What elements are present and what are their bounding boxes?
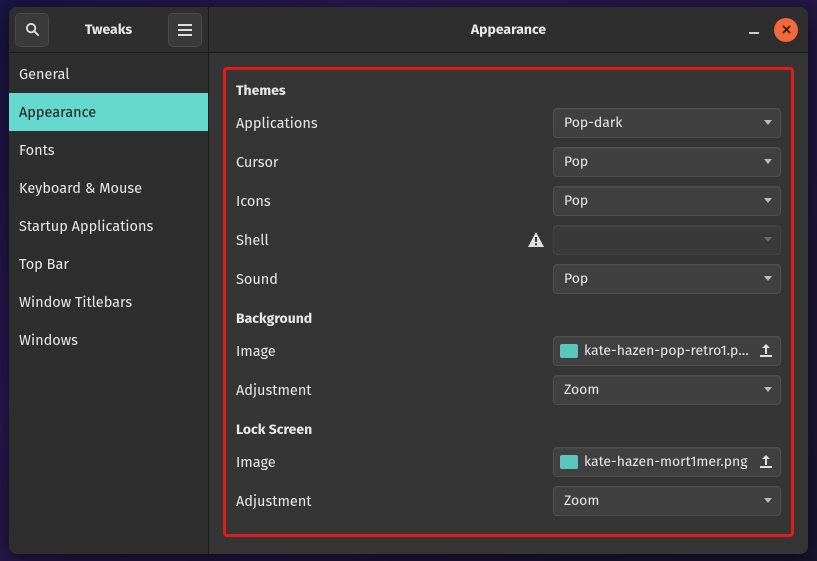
sidebar-item-fonts[interactable]: Fonts bbox=[9, 131, 208, 169]
section-title-lockscreen: Lock Screen bbox=[236, 421, 781, 438]
row-label: Applications bbox=[236, 114, 553, 132]
combo-value: Pop bbox=[564, 153, 758, 170]
combo-value: Zoom bbox=[564, 492, 758, 509]
sidebar-item-label: Windows bbox=[19, 331, 78, 349]
image-thumbnail-icon bbox=[560, 455, 578, 469]
combo-value: Zoom bbox=[564, 381, 758, 398]
chevron-down-icon bbox=[764, 198, 772, 203]
upload-icon bbox=[758, 343, 774, 359]
sidebar-item-label: Top Bar bbox=[19, 255, 69, 273]
icons-combo[interactable]: Pop bbox=[553, 186, 781, 216]
file-name: kate-hazen-pop-retro1.png bbox=[584, 342, 752, 359]
combo-value: Pop-dark bbox=[564, 114, 758, 131]
chevron-down-icon bbox=[764, 159, 772, 164]
upload-icon bbox=[758, 454, 774, 470]
sidebar-item-label: Fonts bbox=[19, 141, 55, 159]
combo-value: Pop bbox=[564, 192, 758, 209]
search-icon bbox=[25, 22, 40, 37]
row-lockscreen-image: Image kate-hazen-mort1mer.png bbox=[236, 442, 781, 481]
row-label: Cursor bbox=[236, 153, 553, 171]
section-title-background: Background bbox=[236, 310, 781, 327]
lockscreen-image-button[interactable]: kate-hazen-mort1mer.png bbox=[553, 447, 781, 477]
lockscreen-adjustment-combo[interactable]: Zoom bbox=[553, 486, 781, 516]
app-title: Tweaks bbox=[55, 21, 162, 38]
row-label: Image bbox=[236, 342, 553, 360]
headerbar-left: Tweaks bbox=[9, 7, 209, 52]
sidebar-item-label: Startup Applications bbox=[19, 217, 153, 235]
chevron-down-icon bbox=[764, 120, 772, 125]
sidebar-item-appearance[interactable]: Appearance bbox=[9, 93, 208, 131]
minimize-button[interactable] bbox=[742, 18, 766, 42]
background-adjustment-combo[interactable]: Zoom bbox=[553, 375, 781, 405]
file-name: kate-hazen-mort1mer.png bbox=[584, 453, 752, 470]
close-icon bbox=[782, 25, 791, 34]
row-label: Adjustment bbox=[236, 381, 553, 399]
chevron-down-icon bbox=[764, 276, 772, 281]
sidebar: General Appearance Fonts Keyboard & Mous… bbox=[9, 53, 209, 554]
headerbar: Tweaks Appearance bbox=[9, 7, 808, 53]
sidebar-item-label: Appearance bbox=[19, 103, 96, 121]
hamburger-icon bbox=[178, 24, 192, 36]
row-label: Shell bbox=[236, 231, 527, 249]
tweaks-window: Tweaks Appearance General Appearance Fon… bbox=[9, 7, 808, 554]
row-icons: Icons Pop bbox=[236, 181, 781, 220]
close-button[interactable] bbox=[774, 18, 798, 42]
image-thumbnail-icon bbox=[560, 344, 578, 358]
chevron-down-icon bbox=[764, 387, 772, 392]
menu-button[interactable] bbox=[168, 13, 202, 47]
chevron-down-icon bbox=[764, 498, 772, 503]
sidebar-item-startup-applications[interactable]: Startup Applications bbox=[9, 207, 208, 245]
minimize-icon bbox=[749, 25, 759, 35]
background-image-button[interactable]: kate-hazen-pop-retro1.png bbox=[553, 336, 781, 366]
row-label: Image bbox=[236, 453, 553, 471]
row-label: Icons bbox=[236, 192, 553, 210]
appearance-panel: Themes Applications Pop-dark Cursor bbox=[223, 67, 794, 537]
row-label: Adjustment bbox=[236, 492, 553, 510]
chevron-down-icon bbox=[764, 237, 772, 242]
page-title: Appearance bbox=[209, 21, 808, 38]
combo-value: Pop bbox=[564, 270, 758, 287]
sidebar-item-windows[interactable]: Windows bbox=[9, 321, 208, 359]
row-shell: Shell bbox=[236, 220, 781, 259]
sidebar-item-window-titlebars[interactable]: Window Titlebars bbox=[9, 283, 208, 321]
row-lockscreen-adjustment: Adjustment Zoom bbox=[236, 481, 781, 520]
row-label: Sound bbox=[236, 270, 553, 288]
row-applications: Applications Pop-dark bbox=[236, 103, 781, 142]
search-button[interactable] bbox=[15, 13, 49, 47]
section-title-themes: Themes bbox=[236, 82, 781, 99]
content-pane: Themes Applications Pop-dark Cursor bbox=[209, 53, 808, 554]
cursor-combo[interactable]: Pop bbox=[553, 147, 781, 177]
sidebar-item-top-bar[interactable]: Top Bar bbox=[9, 245, 208, 283]
applications-combo[interactable]: Pop-dark bbox=[553, 108, 781, 138]
sidebar-item-general[interactable]: General bbox=[9, 55, 208, 93]
sidebar-item-label: Keyboard & Mouse bbox=[19, 179, 142, 197]
headerbar-right: Appearance bbox=[209, 7, 808, 52]
sidebar-item-label: Window Titlebars bbox=[19, 293, 132, 311]
warning-icon bbox=[527, 231, 545, 249]
row-background-image: Image kate-hazen-pop-retro1.png bbox=[236, 331, 781, 370]
row-background-adjustment: Adjustment Zoom bbox=[236, 370, 781, 409]
row-cursor: Cursor Pop bbox=[236, 142, 781, 181]
shell-combo bbox=[553, 225, 781, 255]
sidebar-item-keyboard-mouse[interactable]: Keyboard & Mouse bbox=[9, 169, 208, 207]
sound-combo[interactable]: Pop bbox=[553, 264, 781, 294]
sidebar-item-label: General bbox=[19, 65, 70, 83]
row-sound: Sound Pop bbox=[236, 259, 781, 298]
